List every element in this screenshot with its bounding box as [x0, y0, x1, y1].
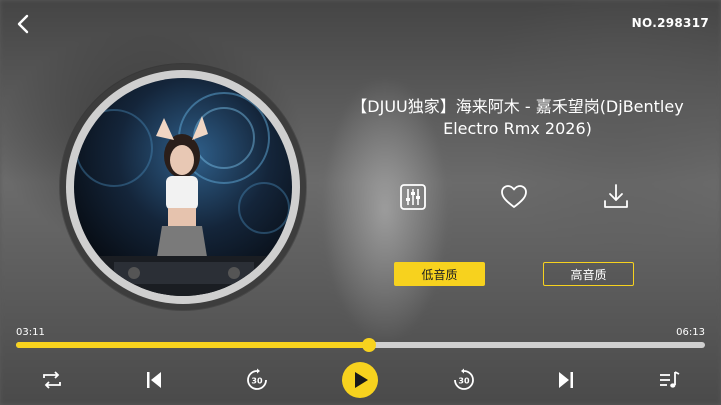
previous-button[interactable] [140, 366, 168, 394]
action-row [0, 182, 721, 212]
equalizer-icon [400, 184, 426, 210]
equalizer-button[interactable] [398, 182, 428, 212]
svg-text:30: 30 [458, 377, 470, 386]
forward-30-icon: 30 [454, 368, 474, 390]
progress-fill [16, 342, 370, 348]
playlist-button[interactable] [655, 366, 683, 394]
next-button[interactable] [552, 366, 580, 394]
low-quality-button[interactable]: 低音质 [394, 262, 485, 286]
play-button[interactable] [342, 362, 378, 398]
download-button[interactable] [601, 182, 631, 212]
total-duration: 06:13 [676, 327, 705, 338]
download-icon [604, 184, 628, 208]
rewind-30-icon: 30 [247, 368, 267, 390]
high-quality-button[interactable]: 高音质 [543, 262, 634, 286]
playback-controls: 30 30 [0, 362, 721, 398]
song-title: 【DJUU独家】海来阿木 - 嘉禾望岗(DjBentley Electro Rm… [351, 97, 684, 138]
back-button[interactable] [10, 10, 38, 38]
playlist-icon [660, 371, 680, 388]
track-number: NO.298317 [631, 16, 709, 30]
repeat-button[interactable] [38, 366, 66, 394]
progress-bar[interactable] [16, 338, 705, 352]
rewind-30-button[interactable]: 30 [243, 366, 271, 394]
repeat-icon [43, 371, 61, 389]
forward-30-button[interactable]: 30 [450, 366, 478, 394]
skip-next-icon [559, 372, 573, 388]
heart-icon [501, 185, 527, 208]
elapsed-time: 03:11 [16, 327, 45, 338]
svg-text:30: 30 [251, 377, 263, 386]
play-icon [355, 372, 368, 388]
skip-previous-icon [147, 372, 161, 388]
chevron-left-icon [17, 14, 29, 34]
favorite-button[interactable] [499, 182, 529, 212]
